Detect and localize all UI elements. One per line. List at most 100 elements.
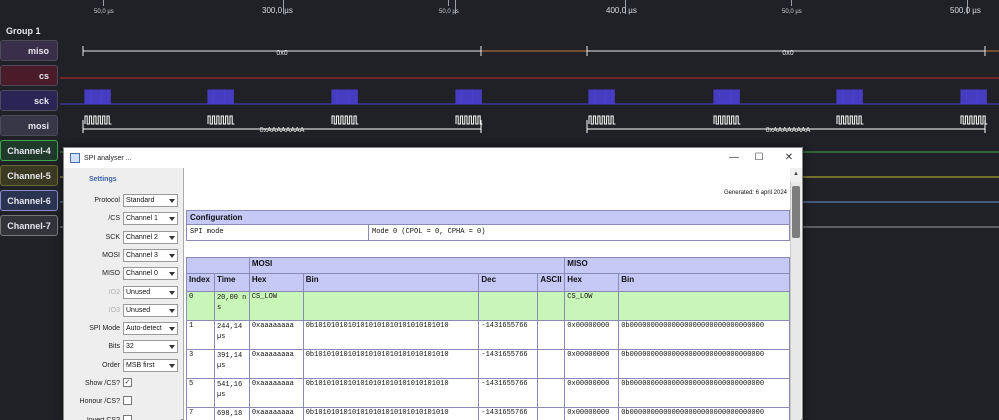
cell-mosi-ascii bbox=[537, 378, 566, 408]
table-row[interactable]: 3 391,14 µs 0xaaaaaaaa 0b101010101010101010… bbox=[186, 349, 790, 379]
cell-mosi-bin bbox=[302, 291, 480, 321]
channel-label-mosi[interactable]: mosi bbox=[0, 115, 58, 136]
setting-row: /CS Channel 1 bbox=[64, 212, 181, 226]
channel-label-cs[interactable]: cs bbox=[0, 65, 58, 86]
mosi-value-label: 0xAAAAAAAA bbox=[766, 127, 811, 134]
column-header: Hex bbox=[564, 273, 620, 292]
config-value: Mode 0 (CPOL = 0, CPHA = 0) bbox=[372, 228, 486, 236]
table-row[interactable]: 0 20,00 ns CS_LOW CS_LOW bbox=[186, 291, 790, 321]
cell-mosi-hex: 0xaaaaaaaa bbox=[248, 378, 304, 408]
cell-miso-bin: 0b00000000000000000000000000000000 bbox=[618, 407, 790, 420]
setting-label: Honour /CS? bbox=[79, 398, 120, 406]
cell-mosi-dec: -1431655766 bbox=[478, 378, 539, 408]
channel-label-miso[interactable]: miso bbox=[0, 40, 58, 61]
setting-value: Auto-detect bbox=[126, 325, 162, 333]
mosi-trace bbox=[82, 115, 988, 133]
group-label[interactable]: Group 1 bbox=[6, 26, 41, 36]
dropdown-arrow-icon bbox=[169, 253, 175, 258]
maximize-button[interactable]: ☐ bbox=[752, 151, 766, 165]
setting-select[interactable]: Unused bbox=[123, 303, 178, 317]
logic-analyzer-window: { "timeline": { "major": [ {"label": "30… bbox=[0, 0, 999, 420]
scroll-up-arrow[interactable]: ▲ bbox=[793, 171, 799, 177]
cell-mosi-hex: 0xaaaaaaaa bbox=[248, 320, 304, 350]
cell-miso-hex: CS_LOW bbox=[564, 291, 620, 321]
table-row[interactable]: 5 541,16 µs 0xaaaaaaaa 0b101010101010101010… bbox=[186, 378, 790, 408]
setting-checkbox[interactable]: ✓ bbox=[123, 378, 132, 387]
miso-value-label: 0x0 bbox=[276, 50, 287, 57]
cell-miso-bin: 0b00000000000000000000000000000000 bbox=[618, 378, 790, 408]
setting-checkbox[interactable] bbox=[123, 396, 132, 406]
setting-row: Honour /CS? bbox=[64, 395, 181, 409]
column-header: Index bbox=[186, 273, 215, 292]
setting-label: Show /CS? bbox=[84, 380, 120, 387]
table-row[interactable]: 7698,18 µs0xaaaaaaaa0b101010101010101010… bbox=[186, 407, 790, 420]
channel-label-4[interactable]: Channel-4 bbox=[0, 140, 58, 161]
setting-checkbox[interactable] bbox=[123, 414, 132, 420]
setting-select[interactable]: MSB first bbox=[123, 358, 178, 372]
dropdown-arrow-icon bbox=[169, 290, 175, 295]
setting-select[interactable]: Unused bbox=[123, 285, 178, 299]
setting-select[interactable]: 32 bbox=[123, 340, 178, 354]
channel-label-sck[interactable]: sck bbox=[0, 90, 58, 111]
setting-row: IO2 Unused bbox=[64, 285, 181, 300]
column-header: Bin bbox=[618, 273, 790, 292]
setting-value: Standard bbox=[126, 197, 155, 204]
setting-row: Show /CS? ✓ bbox=[64, 377, 181, 391]
setting-label: Invert CS? bbox=[87, 417, 120, 420]
table-row[interactable]: 1 244,14 µs 0xaaaaaaaa 0b101010101010101010… bbox=[186, 320, 790, 350]
setting-value: Channel 2 bbox=[126, 233, 158, 241]
setting-row: MOSI Channel 3 bbox=[64, 248, 181, 263]
dropdown-arrow-icon bbox=[169, 345, 175, 350]
cell-mosi-bin: 0b10101010101010101010101010101010 bbox=[302, 320, 480, 350]
sck-trace bbox=[60, 89, 999, 105]
dropdown-arrow-icon bbox=[169, 308, 175, 313]
cell-mosi-dec: -1431655766 bbox=[478, 407, 539, 420]
setting-value: 32 bbox=[126, 343, 134, 351]
setting-label: SCK bbox=[105, 233, 120, 241]
cell-index: 0 bbox=[186, 291, 215, 321]
setting-value: Unused bbox=[126, 288, 151, 296]
dropdown-arrow-icon bbox=[169, 199, 175, 203]
settings-heading: Settings bbox=[89, 176, 117, 183]
dropdown-arrow-icon bbox=[169, 235, 175, 240]
dropdown-arrow-icon bbox=[169, 272, 175, 277]
miso-value-label: 0x0 bbox=[782, 50, 793, 57]
setting-select[interactable]: Channel 2 bbox=[123, 230, 178, 244]
channel-label-6[interactable]: Channel-6 bbox=[0, 190, 58, 211]
report-view[interactable]: Generated: 6 april 2024 Configuration SP… bbox=[183, 168, 790, 420]
setting-select[interactable]: Channel 1 bbox=[123, 212, 178, 226]
cell-index: 3 bbox=[186, 349, 215, 379]
dialog-titlebar[interactable]: SPI analyser ... — ☐ ✕ bbox=[64, 148, 802, 168]
cell-mosi-dec: -1431655766 bbox=[478, 349, 539, 379]
setting-select[interactable]: Auto-detect bbox=[123, 322, 178, 336]
setting-row: Protocol Standard bbox=[64, 194, 181, 208]
setting-row: SCK Channel 2 bbox=[64, 230, 181, 245]
report-scrollbar[interactable]: ▲ bbox=[790, 171, 801, 420]
configuration-heading: Configuration bbox=[187, 211, 789, 225]
dialog-title: SPI analyser ... bbox=[84, 154, 132, 162]
setting-label: SPI Mode bbox=[89, 325, 120, 333]
cell-mosi-hex: 0xaaaaaaaa bbox=[248, 349, 304, 379]
cell-miso-hex: 0x00000000 bbox=[564, 349, 620, 379]
channel-label-5[interactable]: Channel-5 bbox=[0, 165, 58, 186]
setting-row: Invert CS? bbox=[64, 414, 181, 420]
setting-select[interactable]: Channel 3 bbox=[123, 248, 178, 262]
mosi-group-header: MOSI bbox=[248, 257, 566, 274]
channel-label-7[interactable]: Channel-7 bbox=[0, 215, 58, 236]
setting-select[interactable]: Standard bbox=[123, 194, 178, 207]
setting-row: IO3 Unused bbox=[64, 303, 181, 318]
setting-value: Channel 0 bbox=[126, 270, 158, 278]
dropdown-arrow-icon bbox=[169, 363, 175, 368]
setting-value: Channel 3 bbox=[126, 251, 158, 259]
generated-date: Generated: 6 april 2024 bbox=[723, 190, 787, 196]
scrollbar-thumb[interactable] bbox=[792, 186, 800, 238]
settings-panel: Settings Protocol Standard/CS Channel 1 SCK… bbox=[64, 168, 181, 420]
cell-time: 244,14 µs bbox=[213, 320, 250, 350]
cell-time: 541,16 µs bbox=[213, 378, 250, 408]
configuration-box: Configuration SPI mode Mode 0 (CPOL = 0,… bbox=[186, 210, 790, 241]
close-button[interactable]: ✕ bbox=[782, 151, 796, 165]
setting-label: MOSI bbox=[102, 251, 120, 259]
minimize-button[interactable]: — bbox=[727, 151, 741, 165]
setting-select[interactable]: Channel 0 bbox=[123, 267, 178, 281]
cell-index: 1 bbox=[186, 320, 215, 350]
